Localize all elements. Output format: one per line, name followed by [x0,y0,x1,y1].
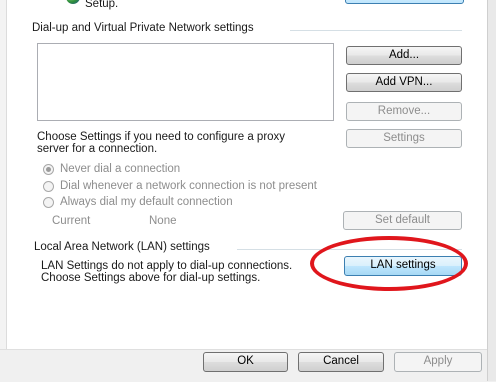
lan-text-line1: LAN Settings do not apply to dial-up con… [41,260,293,272]
add-vpn-button[interactable]: Add VPN... [346,73,462,92]
remove-button[interactable]: Remove... [346,102,462,121]
dialup-group-divider [290,30,462,31]
lan-text-line2: Choose Settings above for dial-up settin… [41,272,261,284]
ok-button[interactable]: OK [203,352,288,372]
dialup-settings-button[interactable]: Settings [346,129,462,148]
always-dial-label: Always dial my default connection [60,196,233,208]
set-default-button[interactable]: Set default [343,211,462,230]
window-right-edge [487,0,496,381]
current-value: None [149,215,177,227]
current-label: Current [52,215,91,227]
lan-group-title: Local Area Network (LAN) settings [34,241,210,253]
proxy-text-line2: server for a connection. [37,143,158,155]
red-highlight-circle [310,236,468,291]
window-left-edge [0,0,7,349]
cancel-button[interactable]: Cancel [298,352,384,372]
always-dial-radio[interactable] [43,197,54,208]
dial-whenever-radio[interactable] [43,181,54,192]
connections-listbox[interactable] [37,43,334,121]
never-dial-radio[interactable] [43,164,54,175]
setup-button[interactable] [345,0,464,4]
setup-text: Setup. [85,0,119,10]
dial-whenever-label: Dial whenever a network connection is no… [60,180,317,192]
apply-button[interactable]: Apply [394,352,482,372]
dialup-group-title: Dial-up and Virtual Private Network sett… [32,22,254,34]
add-button[interactable]: Add... [346,46,462,65]
never-dial-label: Never dial a connection [60,163,181,175]
globe-icon [66,0,80,4]
proxy-text-line1: Choose Settings if you need to configure… [37,131,286,143]
